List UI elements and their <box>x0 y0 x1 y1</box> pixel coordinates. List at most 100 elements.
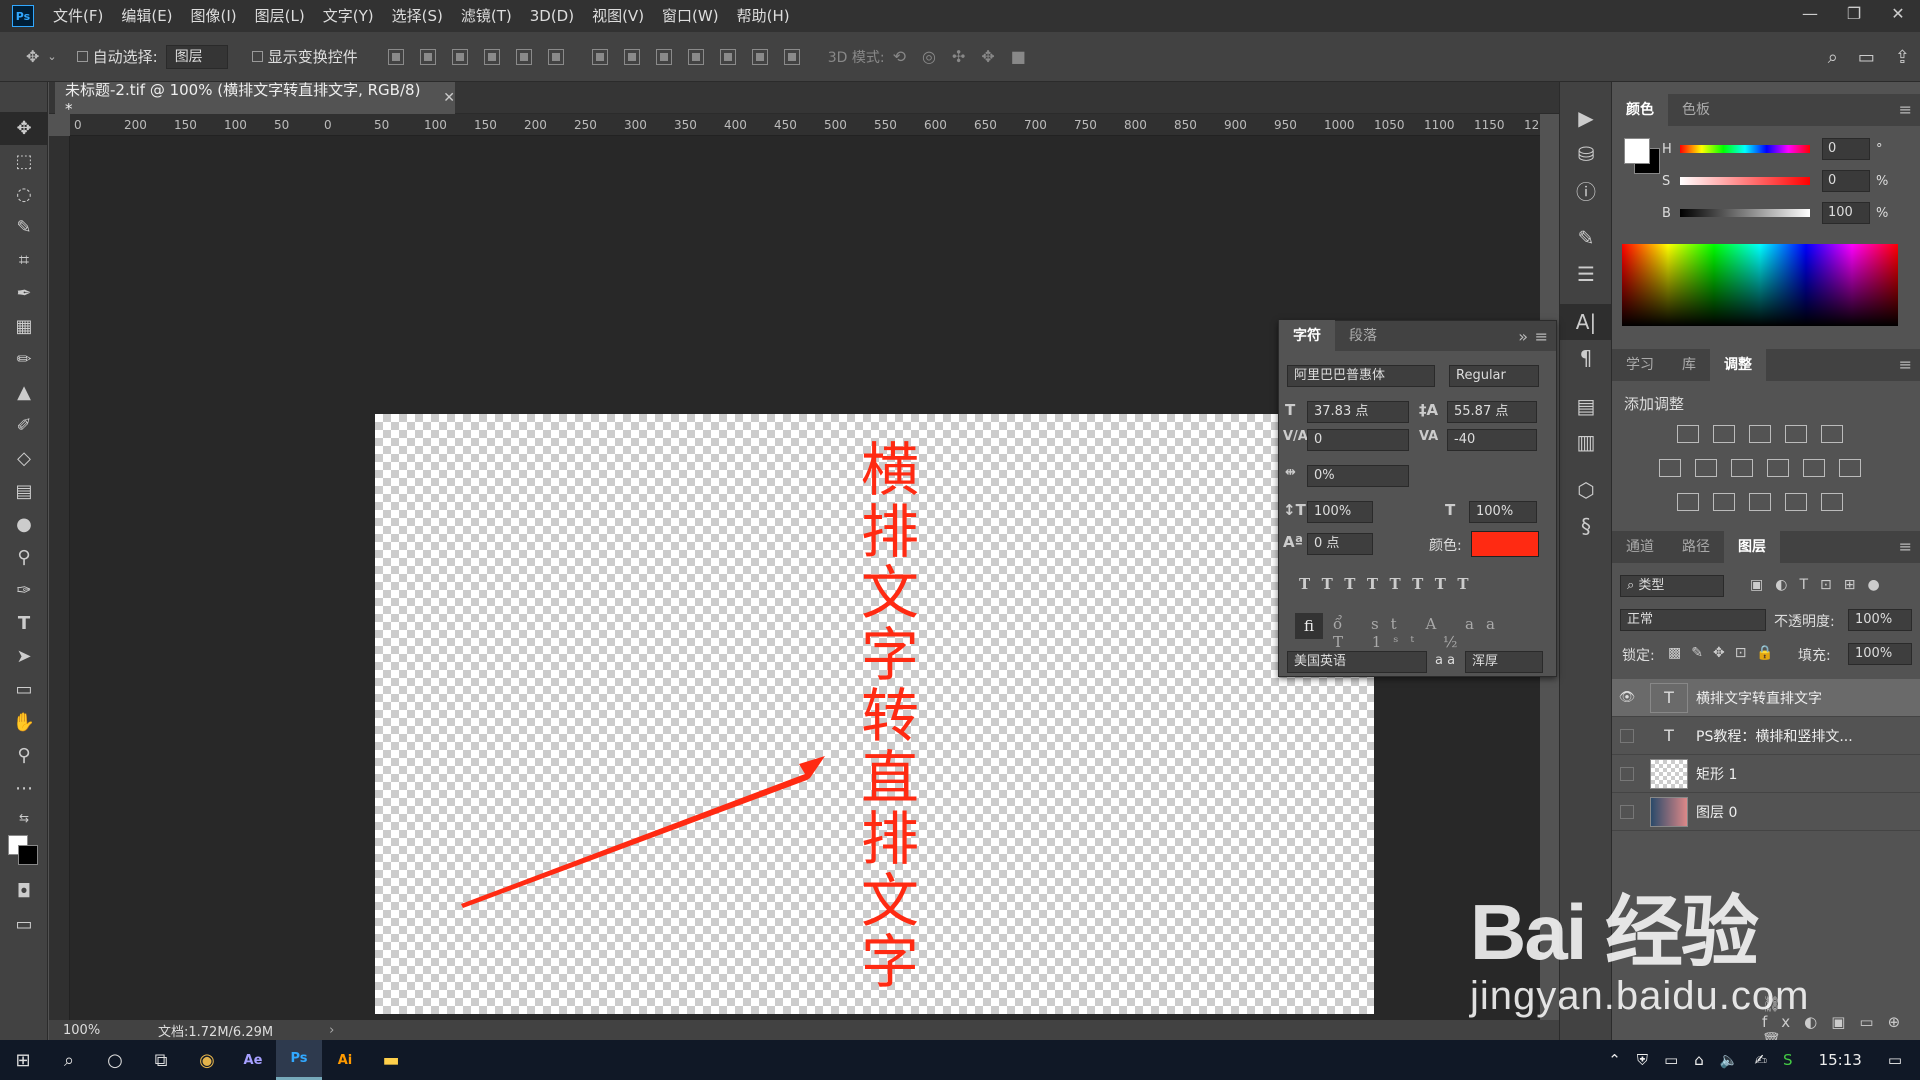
illustrator-icon[interactable]: Ai <box>322 1040 368 1080</box>
quick-mask-icon[interactable]: ◘ <box>0 875 48 908</box>
tab-adjustments[interactable]: 调整 <box>1710 349 1766 381</box>
tab-layers[interactable]: 图层 <box>1724 531 1780 563</box>
patch-tool-icon[interactable]: ▦ <box>0 310 48 343</box>
defender-icon[interactable]: ⛨ <box>1637 1051 1648 1069</box>
align-vcenter-icon[interactable] <box>419 48 436 65</box>
path-select-tool-icon[interactable]: ➤ <box>0 640 48 673</box>
brightness-slider[interactable] <box>1680 209 1810 217</box>
move-tool-icon[interactable]: ✥ <box>26 47 39 66</box>
battery-icon[interactable]: ▭ <box>1664 1051 1678 1069</box>
hue-input[interactable]: 0 <box>1822 138 1870 160</box>
tracking-input[interactable]: -40 <box>1447 429 1537 451</box>
pen-tool-icon[interactable]: ✑ <box>0 574 48 607</box>
actions-play-icon[interactable]: ▶ <box>1560 100 1612 136</box>
close-tab-icon[interactable]: ✕ <box>443 90 455 106</box>
align-bottom-icon[interactable] <box>451 48 468 65</box>
distribute-vcenter-icon[interactable] <box>623 48 640 65</box>
document-tab[interactable]: 未标题-2.tif @ 100% (横排文字转直排文字, RGB/8) * ✕ <box>55 81 455 118</box>
lock-icons[interactable]: ▩✎✥⊡🔒 <box>1668 645 1784 661</box>
distribute-left-icon[interactable] <box>687 48 704 65</box>
auto-align-icon[interactable] <box>783 48 800 65</box>
horizontal-scale-input[interactable]: 100% <box>1469 501 1537 523</box>
font-style-dropdown[interactable]: Regular <box>1449 365 1539 387</box>
saturation-slider[interactable] <box>1680 177 1810 185</box>
vertical-scale-input[interactable]: 100% <box>1307 501 1373 523</box>
task-view-icon[interactable]: ⧉ <box>138 1040 184 1080</box>
anti-alias-dropdown[interactable]: 浑厚 <box>1465 651 1543 673</box>
brush-tool-icon[interactable]: ✏ <box>0 343 48 376</box>
zoom-level[interactable]: 100% <box>63 1023 158 1038</box>
layer-kind-filter[interactable]: ⌕ 类型 <box>1620 575 1724 597</box>
eyedropper-tool-icon[interactable]: ✒ <box>0 277 48 310</box>
chrome-icon[interactable]: ◉ <box>184 1040 230 1080</box>
layer-row[interactable]: 矩形 1 <box>1612 755 1920 793</box>
menu-select[interactable]: 选择(S) <box>383 0 452 32</box>
marquee-tool-icon[interactable]: ⬚ <box>0 145 48 178</box>
gradient-tool-icon[interactable]: ▤ <box>0 475 48 508</box>
tsume-input[interactable]: 0% <box>1307 465 1409 487</box>
zoom-tool-icon[interactable]: ⚲ <box>0 739 48 772</box>
roll-3d-icon[interactable]: ◎ <box>922 47 936 66</box>
menu-window[interactable]: 窗口(W) <box>653 0 728 32</box>
vertical-text-layer[interactable]: 横排文字转直排文字 <box>855 439 925 994</box>
align-right-icon[interactable] <box>547 48 564 65</box>
selective-color-adjust-icon[interactable] <box>1785 493 1807 511</box>
panel-menu-icon[interactable]: ≡ <box>1899 537 1912 556</box>
menu-3d[interactable]: 3D(D) <box>521 0 583 32</box>
distribute-right-icon[interactable] <box>751 48 768 65</box>
info-icon[interactable]: ⓘ <box>1560 172 1612 208</box>
color-spectrum[interactable] <box>1622 244 1898 326</box>
panel-menu-icon[interactable]: ≡ <box>1535 327 1548 346</box>
3d-panel-icon[interactable]: ⬡ <box>1560 472 1612 508</box>
photoshop-taskbar-icon[interactable]: Ps <box>276 1040 322 1080</box>
lasso-tool-icon[interactable]: ◌ <box>0 178 48 211</box>
stamp-tool-icon[interactable]: ▲ <box>0 376 48 409</box>
properties-icon[interactable]: ☰ <box>1560 256 1612 292</box>
share-icon[interactable]: ⇪ <box>1895 47 1910 68</box>
notifications-icon[interactable]: ▭ <box>1888 1051 1902 1069</box>
exposure-adjust-icon[interactable] <box>1785 425 1807 443</box>
bw-adjust-icon[interactable] <box>1731 459 1753 477</box>
foreground-color-chip[interactable] <box>1624 138 1650 164</box>
tab-learn[interactable]: 学习 <box>1612 349 1668 381</box>
volume-icon[interactable]: 🔈 <box>1720 1051 1739 1069</box>
channel-mixer-adjust-icon[interactable] <box>1803 459 1825 477</box>
pen-icon[interactable]: ✍ <box>1754 1051 1767 1069</box>
screen-mode-icon[interactable]: ▭ <box>0 908 48 941</box>
align-top-icon[interactable] <box>387 48 404 65</box>
text-color-swatch[interactable] <box>1471 531 1539 557</box>
baseline-shift-input[interactable]: 0 点 <box>1307 533 1373 555</box>
tab-paths[interactable]: 路径 <box>1668 531 1724 563</box>
shape-tool-icon[interactable]: ▭ <box>0 673 48 706</box>
crop-tool-icon[interactable]: ⌗ <box>0 244 48 277</box>
slide-3d-icon[interactable]: ✥ <box>981 47 994 66</box>
orbit-3d-icon[interactable]: ⟲ <box>893 47 906 66</box>
history-brush-tool-icon[interactable]: ✐ <box>0 409 48 442</box>
menu-image[interactable]: 图像(I) <box>182 0 246 32</box>
distribute-top-icon[interactable] <box>591 48 608 65</box>
more-tools-icon[interactable]: ⋯ <box>0 772 48 805</box>
tab-paragraph[interactable]: 段落 <box>1335 320 1391 352</box>
clock[interactable]: 15:13 <box>1819 1051 1862 1069</box>
cortana-icon[interactable]: ○ <box>92 1040 138 1080</box>
character-panel-icon[interactable]: A| <box>1560 304 1612 340</box>
curves-adjust-icon[interactable] <box>1749 425 1771 443</box>
layer-row[interactable]: 图层 0 <box>1612 793 1920 831</box>
windows-start-icon[interactable]: ⊞ <box>0 1040 46 1080</box>
distribute-hcenter-icon[interactable] <box>719 48 736 65</box>
opentype-buttons[interactable]: ổ st A aa T 1ˢᵗ ½ <box>1333 615 1543 651</box>
pan-3d-icon[interactable]: ✣ <box>952 47 965 66</box>
panel-menu-icon[interactable]: ≡ <box>1899 355 1912 374</box>
swap-colors-icon[interactable]: ⇆ <box>0 805 48 831</box>
menu-help[interactable]: 帮助(H) <box>728 0 799 32</box>
minimize-icon[interactable]: — <box>1788 0 1832 32</box>
layer-select-dropdown[interactable]: 图层 <box>165 44 228 69</box>
menu-type[interactable]: 文字(Y) <box>314 0 383 32</box>
file-explorer-icon[interactable]: ▬ <box>368 1040 414 1080</box>
glyphs-icon[interactable]: § <box>1560 508 1612 544</box>
document-canvas[interactable]: 横排文字转直排文字 <box>375 414 1374 1014</box>
brush-settings-icon[interactable]: ✎ <box>1560 220 1612 256</box>
blend-mode-dropdown[interactable]: 正常 <box>1620 609 1766 631</box>
search-icon[interactable]: ⌕ <box>46 1040 92 1080</box>
para-styles-icon[interactable]: ▥ <box>1560 424 1612 460</box>
